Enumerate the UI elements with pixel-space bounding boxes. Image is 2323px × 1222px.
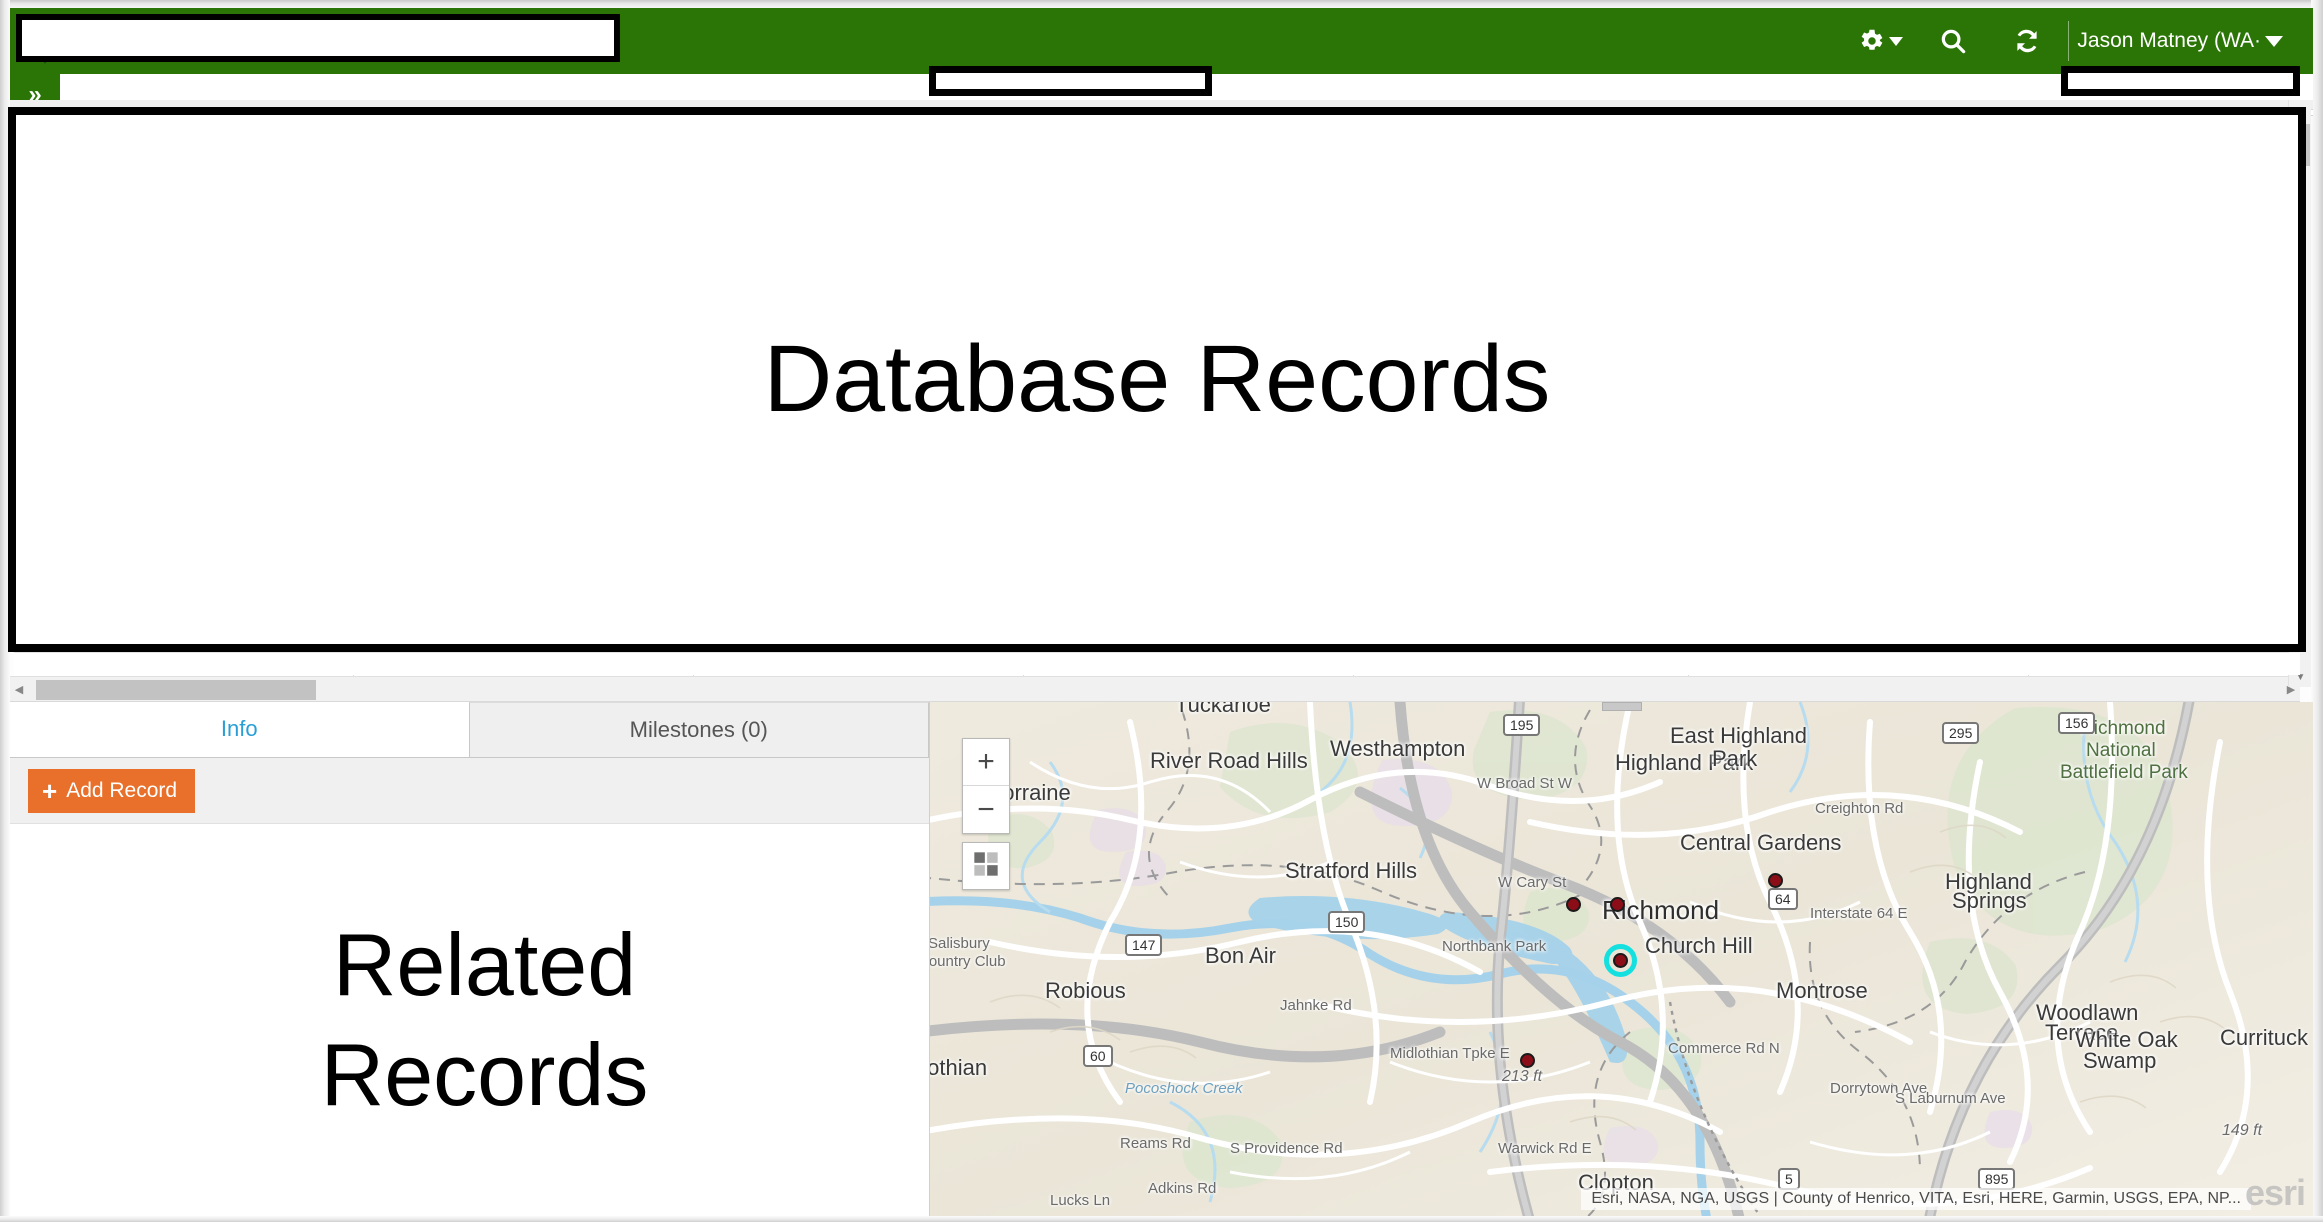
zoom-in-button[interactable]: + bbox=[963, 739, 1009, 786]
chevron-down-icon bbox=[2265, 35, 2283, 47]
redaction-box-app-title bbox=[16, 14, 620, 62]
map-marker[interactable] bbox=[1610, 897, 1625, 912]
map-label: Lucks Ln bbox=[1050, 1192, 1111, 1209]
refresh-button[interactable] bbox=[1990, 8, 2064, 74]
map-label: dlothian bbox=[930, 1055, 988, 1080]
map-label: Currituck Dr bbox=[2220, 1025, 2313, 1050]
map-marker[interactable] bbox=[1566, 897, 1581, 912]
map-view[interactable]: + − Tuckahoe River Road Hills Westhampton L… bbox=[930, 702, 2313, 1216]
map-label: Commerce Rd N bbox=[1668, 1040, 1780, 1057]
map-label: River Road Hills bbox=[1150, 748, 1308, 773]
map-label: Jahnke Rd bbox=[1280, 997, 1352, 1014]
add-record-button[interactable]: + Add Record bbox=[28, 768, 196, 813]
map-zoom-controls: + − bbox=[962, 738, 1010, 834]
map-label: Church Hill bbox=[1645, 933, 1753, 958]
map-label: Battlefield Park bbox=[2060, 762, 2188, 783]
map-label: Central Gardens bbox=[1680, 830, 1842, 855]
related-records-line-2: Records bbox=[320, 1025, 649, 1124]
tab-milestones[interactable]: Milestones (0) bbox=[468, 702, 929, 757]
user-menu[interactable]: Jason Matney (WA· bbox=[2077, 29, 2287, 53]
map-label: 149 ft bbox=[2222, 1122, 2263, 1139]
window-edge-bottom bbox=[0, 1216, 2323, 1222]
map-route-shield: 60 bbox=[1083, 1045, 1113, 1067]
user-menu-label: Jason Matney (WA· bbox=[2077, 29, 2261, 52]
app-root: Jason Matney (WA· » Database Records 0,0… bbox=[0, 0, 2323, 1222]
chevron-down-icon bbox=[1888, 36, 1903, 46]
related-records-annotation: Related Records bbox=[10, 824, 929, 1216]
map-label: Northbank Park bbox=[1442, 938, 1547, 955]
bottom-split: Info Milestones (0) + Add Record Related… bbox=[10, 702, 2313, 1216]
map-label: Adkins Rd bbox=[1148, 1180, 1217, 1197]
map-label: Interstate 64 E bbox=[1810, 905, 1908, 922]
map-route-shield: 147 bbox=[1125, 934, 1163, 956]
database-records-annotation: Database Records bbox=[763, 326, 1551, 432]
refresh-icon bbox=[2012, 26, 2042, 56]
map-label: Salisbury bbox=[930, 935, 990, 952]
map-label: W Cary St bbox=[1498, 874, 1567, 891]
map-label: Creighton Rd bbox=[1815, 800, 1904, 817]
gear-icon bbox=[1856, 26, 1886, 56]
map-label: Tuckahoe bbox=[1175, 702, 1271, 717]
horizontal-scroll-track[interactable] bbox=[28, 677, 2282, 701]
map-route-shield: 64 bbox=[1768, 888, 1798, 910]
map-route-shield: 150 bbox=[1328, 911, 1366, 933]
search-button[interactable] bbox=[1916, 8, 1990, 74]
map-marker[interactable] bbox=[1768, 873, 1783, 888]
basemap-gallery-icon bbox=[972, 850, 1000, 883]
detail-body[interactable]: Related Records bbox=[10, 824, 929, 1216]
window-edge-top bbox=[0, 0, 2323, 8]
detail-pane: Info Milestones (0) + Add Record Related… bbox=[10, 702, 930, 1216]
map-route-shield: 156 bbox=[2058, 712, 2096, 734]
map-route-shield: 895 bbox=[1978, 1168, 2016, 1190]
map-label: 213 ft bbox=[1502, 1068, 1543, 1085]
header-actions: Jason Matney (WA· bbox=[1842, 8, 2313, 74]
map-label: Park bbox=[1712, 746, 1758, 771]
esri-logo: esri bbox=[2244, 1172, 2306, 1213]
map-label: Country Club bbox=[930, 953, 1006, 970]
basemap-gallery-button[interactable] bbox=[962, 842, 1010, 890]
peek-fade-overlay bbox=[14, 653, 2300, 675]
redaction-box-toolbar-center bbox=[929, 66, 1212, 96]
map-marker-selected[interactable] bbox=[1604, 944, 1637, 977]
map-label: Warwick Rd E bbox=[1498, 1140, 1592, 1157]
map-marker[interactable] bbox=[1520, 1053, 1535, 1068]
detail-tabs: Info Milestones (0) bbox=[10, 702, 929, 758]
header-divider bbox=[2068, 21, 2070, 61]
map-label: Bon Air bbox=[1205, 943, 1276, 968]
horizontal-scroll-thumb[interactable] bbox=[36, 680, 316, 700]
add-record-label: Add Record bbox=[66, 778, 178, 802]
map-label: Midlothian Tpke E bbox=[1390, 1045, 1510, 1062]
map-attribution: Esri, NASA, NGA, USGS | County of Henric… bbox=[1581, 1188, 2251, 1210]
map-label: W Broad St W bbox=[1477, 775, 1573, 792]
map-label: Robious bbox=[1045, 978, 1126, 1003]
map-label: Stratford Hills bbox=[1285, 858, 1418, 883]
related-records-line-1: Related bbox=[332, 914, 637, 1014]
map-label: Montrose bbox=[1776, 978, 1868, 1003]
tab-info-label: Info bbox=[220, 716, 258, 741]
map-label: Pocoshock Creek bbox=[1125, 1080, 1243, 1097]
map-label: S Laburnum Ave bbox=[1895, 1090, 2006, 1107]
plus-icon: + bbox=[42, 775, 58, 806]
map-label: S Providence Rd bbox=[1230, 1140, 1343, 1157]
map-route-shield: 195 bbox=[1503, 714, 1541, 736]
map-resize-handle[interactable] bbox=[1601, 702, 1642, 711]
horizontal-scrollbar[interactable]: ◀ ▶ bbox=[10, 676, 2300, 702]
map-label: National bbox=[2086, 740, 2156, 761]
map-overlay: Tuckahoe River Road Hills Westhampton Lorra… bbox=[930, 702, 2313, 1216]
tab-info[interactable]: Info bbox=[10, 702, 469, 757]
settings-button[interactable] bbox=[1842, 8, 1916, 74]
map-label: Reams Rd bbox=[1120, 1135, 1191, 1152]
map-label: Swamp bbox=[2083, 1048, 2157, 1073]
map-label: Westhampton bbox=[1330, 736, 1466, 761]
redaction-box-toolbar-right bbox=[2061, 66, 2300, 96]
map-label: Springs bbox=[1952, 888, 2027, 913]
scroll-left-arrow-icon[interactable]: ◀ bbox=[10, 677, 28, 701]
zoom-out-button[interactable]: − bbox=[963, 786, 1009, 833]
detail-toolbar: + Add Record bbox=[10, 758, 929, 824]
map-route-shield: 5 bbox=[1778, 1168, 1800, 1190]
tab-milestones-label: Milestones (0) bbox=[629, 717, 768, 742]
search-icon bbox=[1938, 26, 1968, 56]
records-table-panel[interactable]: Database Records bbox=[14, 113, 2300, 646]
map-route-shield: 295 bbox=[1942, 722, 1980, 744]
